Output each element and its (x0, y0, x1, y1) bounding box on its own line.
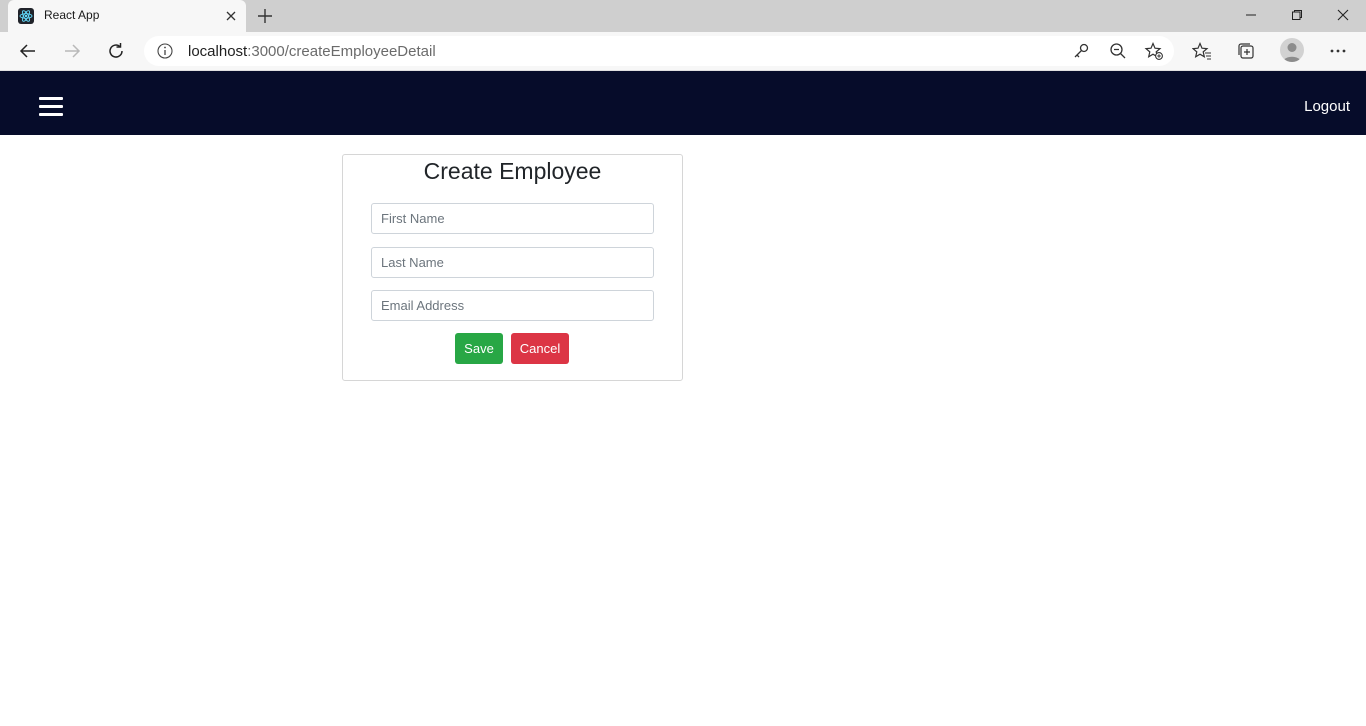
browser-tab[interactable]: React App (8, 0, 246, 32)
page-title: Create Employee (423, 158, 602, 184)
add-favorite-icon[interactable] (1144, 41, 1164, 61)
key-icon[interactable] (1071, 41, 1091, 61)
address-url: localhost:3000/createEmployeeDetail (188, 43, 436, 60)
profile-icon[interactable] (1280, 38, 1304, 62)
plus-icon[interactable] (255, 6, 275, 26)
info-icon[interactable] (156, 42, 174, 60)
react-icon (18, 8, 34, 24)
browser-tabstrip: React App (0, 0, 1366, 32)
first-name-input[interactable] (371, 203, 654, 234)
email-input[interactable] (371, 290, 654, 321)
app-navbar: Logout (0, 71, 1366, 135)
forward-icon[interactable] (60, 39, 84, 63)
save-button[interactable]: Save (455, 333, 503, 364)
collections-icon[interactable] (1234, 39, 1258, 63)
tab-title: React App (44, 8, 100, 22)
last-name-input[interactable] (371, 247, 654, 278)
browser-toolbar: localhost:3000/createEmployeeDetail (0, 32, 1366, 71)
address-host: localhost (188, 43, 248, 60)
minimize-button[interactable] (1228, 0, 1274, 30)
logout-link[interactable]: Logout (1304, 98, 1350, 115)
menu-icon[interactable] (39, 97, 63, 117)
favorites-icon[interactable] (1190, 39, 1214, 63)
window-close-button[interactable] (1320, 0, 1366, 30)
address-bar[interactable]: localhost:3000/createEmployeeDetail (144, 36, 1174, 66)
cancel-button[interactable]: Cancel (511, 333, 569, 364)
back-icon[interactable] (16, 39, 40, 63)
address-path: :3000/createEmployeeDetail (247, 43, 436, 60)
refresh-icon[interactable] (104, 39, 128, 63)
restore-button[interactable] (1274, 0, 1320, 30)
zoom-out-icon[interactable] (1108, 41, 1128, 61)
create-employee-card: Create Employee Save Cancel (342, 154, 683, 381)
more-icon[interactable] (1326, 39, 1350, 63)
close-icon[interactable] (222, 7, 240, 25)
